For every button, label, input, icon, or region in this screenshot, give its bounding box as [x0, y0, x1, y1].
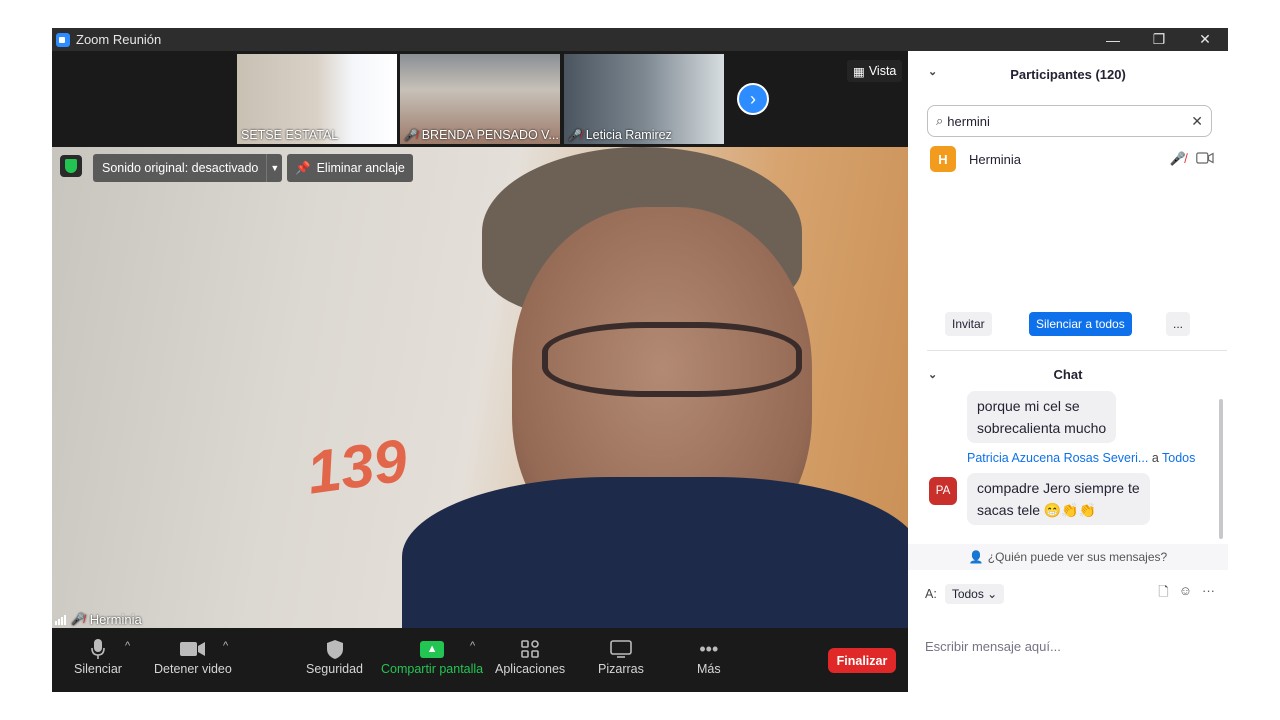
encryption-shield-icon[interactable] — [60, 155, 82, 177]
video-camera-icon[interactable] — [1196, 151, 1214, 167]
recipient-select[interactable]: Todos ⌄ — [944, 584, 1005, 604]
message-sender: Patricia Azucena Rosas Severi... a Todos — [967, 451, 1196, 465]
speaker-name-tag: 🎤̸ Herminia — [55, 612, 142, 627]
chat-header: ⌄ Chat — [928, 366, 1083, 382]
person-icon: 👤 — [968, 550, 984, 564]
share-screen-icon: ▲ — [420, 640, 445, 658]
more-dots-icon[interactable]: ··· — [1202, 583, 1215, 605]
participants-more-button[interactable]: ... — [1166, 312, 1191, 336]
next-page-button[interactable]: › — [737, 83, 769, 115]
microphone-icon — [90, 636, 106, 662]
avatar: H — [930, 146, 956, 172]
apps-button[interactable]: Aplicaciones — [495, 636, 565, 676]
background-decoration: 139 — [302, 426, 412, 507]
speaker-glasses — [542, 322, 802, 397]
view-button[interactable]: ▦ Vista — [847, 60, 903, 82]
caret-down-icon[interactable]: ▼ — [266, 154, 282, 182]
close-window-button[interactable]: ✕ — [1182, 28, 1228, 51]
collapse-chevron-icon[interactable]: ⌄ — [928, 368, 937, 381]
more-dots-icon: ••• — [699, 638, 719, 659]
apps-icon — [521, 636, 539, 662]
thumbnail-name: 🎤̸ BRENDA PENSADO V... — [404, 128, 559, 142]
thumbnail-name: SETSE ESTATAL — [241, 128, 339, 142]
video-thumbnail[interactable]: SETSE ESTATAL — [237, 54, 397, 144]
title-bar: Zoom Reunión — ❐ ✕ — [52, 28, 1228, 51]
zoom-logo-icon — [56, 32, 70, 47]
video-thumbnail[interactable]: 🎤̸ Leticia Ramirez — [564, 54, 724, 144]
chat-message: porque mi cel se sobrecalienta mucho — [967, 391, 1117, 443]
meeting-area: SETSE ESTATAL 🎤̸ BRENDA PENSADO V... 🎤̸ Le… — [52, 51, 908, 692]
restore-button[interactable]: ❐ — [1136, 28, 1182, 51]
invite-button[interactable]: Invitar — [945, 312, 992, 336]
mic-muted-icon[interactable]: 🎤̸ — [1170, 151, 1186, 167]
share-screen-button[interactable]: ▲ Compartir pantalla — [381, 636, 483, 676]
meeting-toolbar: Silenciar ^ Detener video ^ Seguridad ▲ … — [52, 628, 908, 692]
more-button[interactable]: ••• Más — [697, 636, 721, 677]
speaker-shirt — [402, 477, 908, 628]
minimize-button[interactable]: — — [1090, 28, 1136, 51]
avatar: PA — [929, 477, 957, 505]
participants-header: ⌄ Participantes (120) — [928, 65, 1126, 82]
window-controls: — ❐ ✕ — [1090, 28, 1228, 51]
participants-actions: Invitar Silenciar a todos ... — [908, 312, 1228, 336]
side-panel: ⌄ Participantes (120) ⌕ hermini ✕ H Herm… — [908, 51, 1228, 692]
whiteboard-icon — [610, 636, 632, 662]
chat-scrollbar[interactable] — [1219, 399, 1223, 539]
stop-video-button[interactable]: Detener video — [154, 636, 232, 676]
clear-search-icon[interactable]: ✕ — [1191, 113, 1203, 130]
participant-name: Herminia — [969, 151, 1022, 167]
mute-options-caret-icon[interactable]: ^ — [125, 640, 130, 652]
mic-muted-icon: 🎤̸ — [404, 129, 418, 142]
mute-all-button[interactable]: Silenciar a todos — [1029, 312, 1132, 336]
window-title: Zoom Reunión — [76, 32, 162, 47]
end-meeting-button[interactable]: Finalizar — [828, 648, 896, 673]
security-shield-icon — [326, 636, 344, 662]
who-can-see-messages[interactable]: 👤 ¿Quién puede ver sus mensajes? — [908, 544, 1228, 570]
chat-messages: porque mi cel se sobrecalienta mucho Pat… — [908, 391, 1228, 541]
original-sound-toggle[interactable]: Sonido original: desactivado ▼ — [93, 154, 283, 182]
video-options-caret-icon[interactable]: ^ — [223, 640, 228, 652]
security-button[interactable]: Seguridad — [306, 636, 363, 676]
mic-muted-icon: 🎤̸ — [568, 129, 582, 142]
whiteboards-button[interactable]: Pizarras — [598, 636, 644, 676]
chat-message-input[interactable]: Escribir mensaje aquí... — [925, 639, 1061, 654]
file-icon[interactable]: 🗋 — [1158, 583, 1168, 605]
video-thumbnail[interactable]: 🎤̸ BRENDA PENSADO V... — [400, 54, 560, 144]
pin-icon: 📌 — [295, 160, 311, 175]
chat-message: compadre Jero siempre te sacas tele 😁👏👏 — [967, 473, 1150, 525]
share-options-caret-icon[interactable]: ^ — [470, 640, 475, 652]
participant-search-input[interactable]: ⌕ hermini ✕ — [927, 105, 1212, 137]
signal-strength-icon — [55, 614, 66, 625]
mute-button[interactable]: Silenciar — [74, 636, 122, 676]
participant-row[interactable]: H Herminia 🎤̸ — [930, 146, 1214, 172]
emoji-icon[interactable]: ☺ — [1179, 583, 1192, 605]
active-speaker-video: 139 Sonido original: desactivado ▼ 📌 Eli… — [52, 147, 908, 628]
collapse-chevron-icon[interactable]: ⌄ — [928, 65, 937, 78]
recipient-row: A: Todos ⌄ 🗋 ☺ ··· — [925, 583, 1215, 605]
thumbnail-name: 🎤̸ Leticia Ramirez — [568, 128, 672, 142]
zoom-window: Zoom Reunión — ❐ ✕ SETSE ESTATAL 🎤̸ BREND… — [52, 28, 1228, 692]
thumbnail-strip: SETSE ESTATAL 🎤̸ BRENDA PENSADO V... 🎤̸ Le… — [52, 51, 908, 147]
search-icon: ⌕ — [936, 113, 944, 128]
divider — [927, 350, 1227, 351]
unpin-button[interactable]: 📌 Eliminar anclaje — [287, 154, 413, 182]
chevron-right-icon: › — [750, 88, 756, 109]
grid-icon: ▦ — [853, 64, 865, 79]
video-camera-icon — [179, 636, 206, 662]
mic-muted-icon: 🎤̸ — [71, 614, 85, 626]
